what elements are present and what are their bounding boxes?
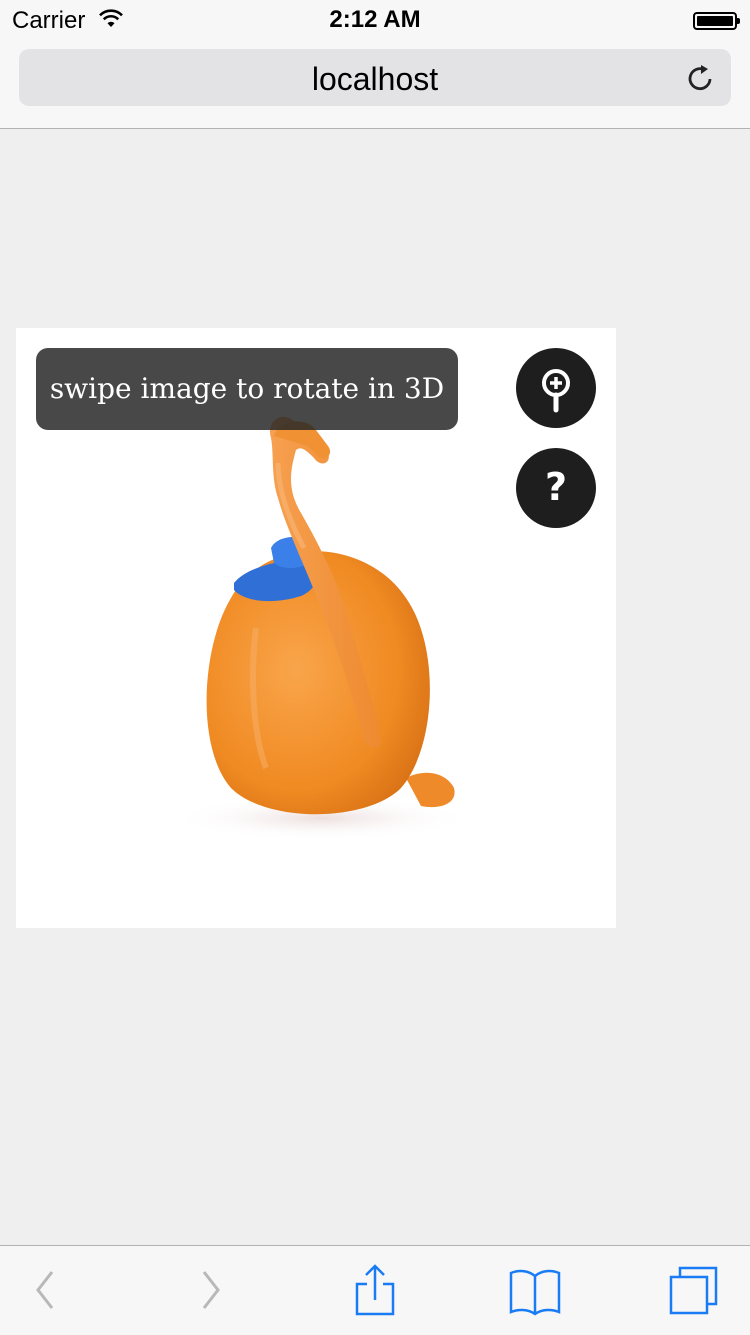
forward-chevron-icon[interactable] xyxy=(196,1264,226,1316)
product-360-viewer[interactable]: swipe image to rotate in 3D ? xyxy=(16,328,616,928)
zoom-button[interactable] xyxy=(516,348,596,428)
reload-icon[interactable] xyxy=(685,62,717,94)
url-text: localhost xyxy=(311,61,439,97)
help-icon: ? xyxy=(545,465,567,509)
tabs-icon[interactable] xyxy=(668,1264,720,1316)
browser-top-bar: Carrier 2:12 AM localhost xyxy=(0,0,750,129)
bookmarks-icon[interactable] xyxy=(508,1264,562,1316)
rotate-hint-tooltip: swipe image to rotate in 3D xyxy=(36,348,458,430)
browser-toolbar xyxy=(0,1245,750,1335)
back-chevron-icon[interactable] xyxy=(30,1264,60,1316)
share-icon[interactable] xyxy=(352,1264,398,1316)
status-bar: Carrier 2:12 AM xyxy=(0,0,750,40)
address-bar[interactable]: localhost xyxy=(19,49,731,106)
help-button[interactable]: ? xyxy=(516,448,596,528)
battery-icon xyxy=(693,12,740,30)
help-glyph: ? xyxy=(545,465,567,509)
clock: 2:12 AM xyxy=(329,6,421,33)
zoom-in-icon xyxy=(542,369,570,413)
